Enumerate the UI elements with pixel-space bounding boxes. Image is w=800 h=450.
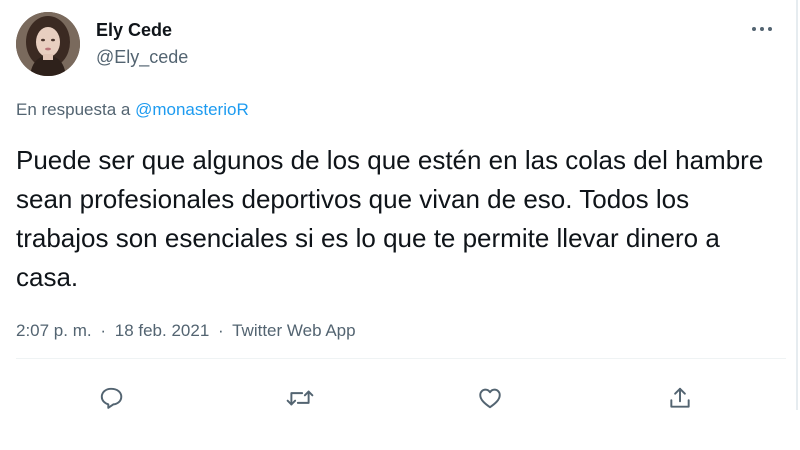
- avatar[interactable]: [16, 12, 80, 76]
- tweet-text: Puede ser que algunos de los que estén e…: [16, 145, 764, 292]
- avatar-image: [16, 12, 80, 76]
- tweet-date[interactable]: 18 feb. 2021: [115, 321, 210, 340]
- share-icon: [670, 387, 690, 408]
- more-horizontal-icon: [760, 27, 764, 31]
- like-icon: [479, 388, 501, 409]
- author-name[interactable]: Ely Cede: [96, 18, 172, 42]
- reply-mention-link[interactable]: @monasterioR: [135, 100, 249, 119]
- divider: [16, 358, 786, 359]
- reply-prefix: En respuesta a: [16, 100, 131, 119]
- tweet-metadata: 2:07 p. m. · 18 feb. 2021 · Twitter Web …: [16, 320, 356, 342]
- like-button[interactable]: [472, 380, 508, 416]
- reply-button[interactable]: [93, 380, 129, 416]
- more-horizontal-icon: [768, 27, 772, 31]
- more-options-button[interactable]: [748, 17, 776, 39]
- tweet-time[interactable]: 2:07 p. m.: [16, 321, 92, 340]
- tweet-card: Ely Cede @Ely_cede En respuesta a @monas…: [0, 0, 796, 420]
- more-horizontal-icon: [752, 27, 756, 31]
- share-button[interactable]: [662, 380, 698, 416]
- tweet-source-link[interactable]: Twitter Web App: [232, 321, 355, 340]
- author-handle[interactable]: @Ely_cede: [96, 45, 188, 69]
- retweet-icon: [286, 390, 314, 406]
- retweet-button[interactable]: [282, 380, 318, 416]
- reply-icon: [100, 387, 123, 409]
- meta-separator: ·: [100, 321, 107, 340]
- meta-separator: ·: [218, 321, 224, 340]
- reply-context: En respuesta a @monasterioR: [16, 99, 249, 121]
- card-edge: [796, 0, 798, 410]
- bottom-margin: [0, 420, 800, 450]
